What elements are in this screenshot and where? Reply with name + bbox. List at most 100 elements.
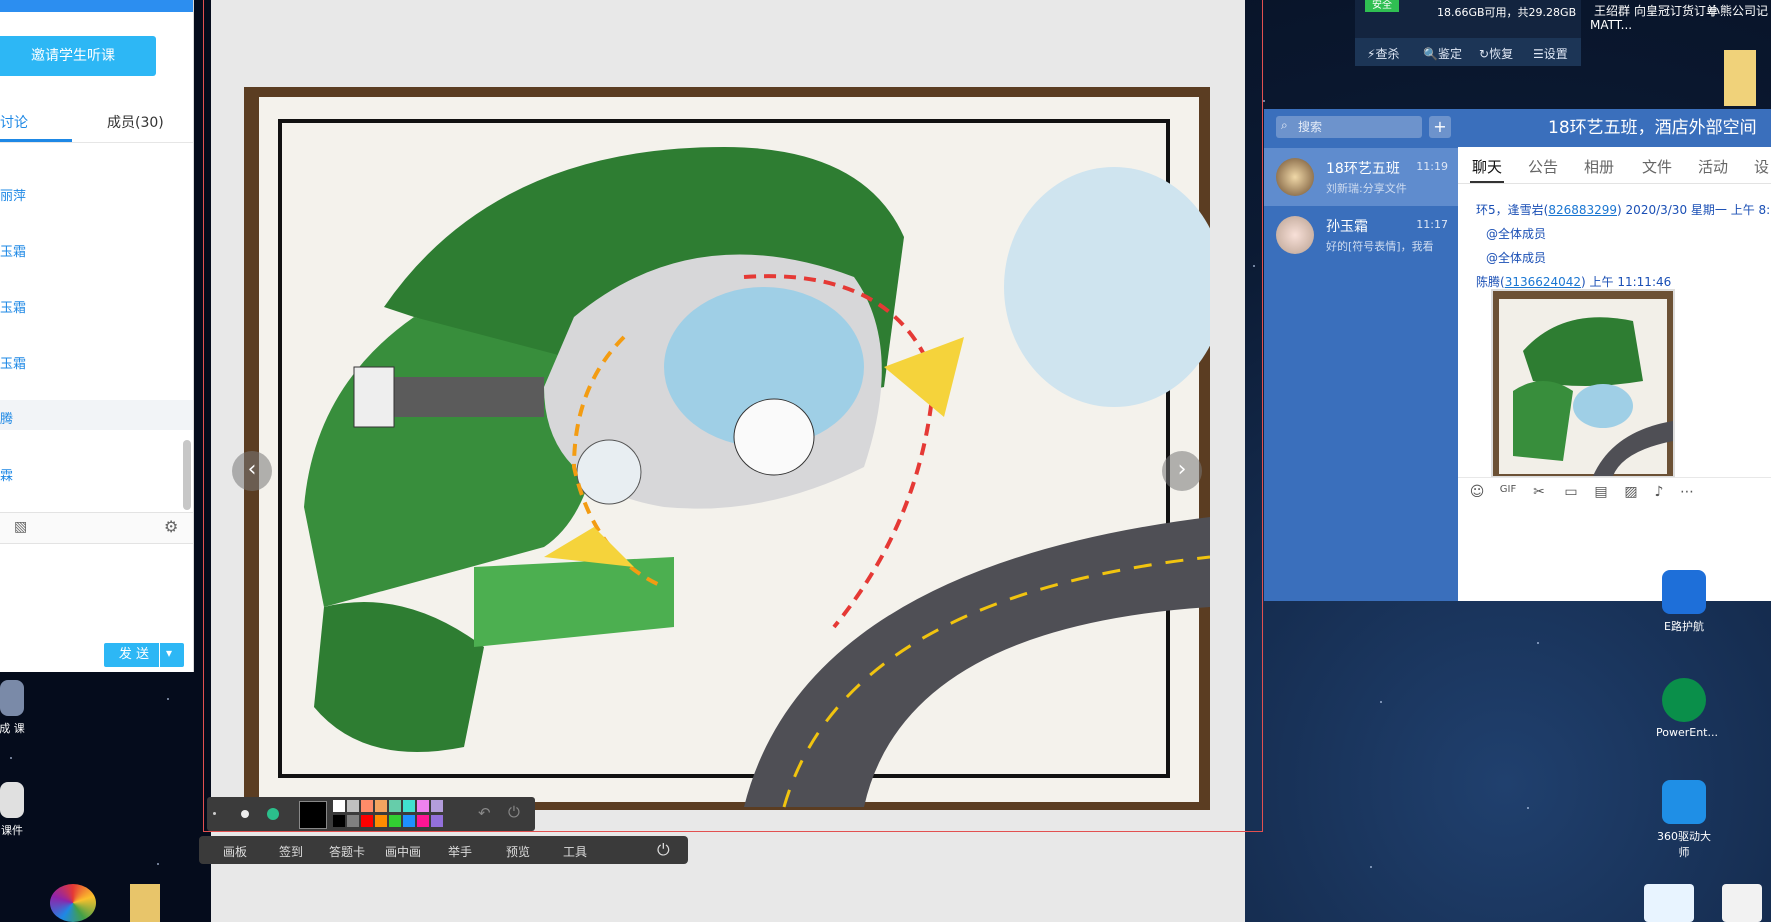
desktop-label[interactable]: 向皇冠订货订单 <box>1634 2 1718 19</box>
security-badge: 安全 <box>1365 0 1399 12</box>
emoji-icon[interactable]: ☺ <box>1468 484 1486 502</box>
pen-size-medium[interactable] <box>241 810 249 818</box>
color-swatch[interactable] <box>417 800 429 812</box>
message-time: ) 2020/3/30 星期一 上午 8:01 <box>1617 203 1771 217</box>
message-mention[interactable]: @全体成员 <box>1486 249 1546 266</box>
power-icon[interactable]: ⏻ <box>657 840 670 860</box>
star-decoration <box>157 863 159 865</box>
next-image-button[interactable]: › <box>1162 451 1202 491</box>
tab-settings[interactable]: 设 <box>1754 156 1769 177</box>
app-icon[interactable] <box>50 884 96 922</box>
restore-button[interactable]: ↻恢复 <box>1479 45 1513 62</box>
tab-album[interactable]: 相册 <box>1584 156 1614 177</box>
color-swatch[interactable] <box>333 800 345 812</box>
folder-icon[interactable]: ▭ <box>1562 484 1580 502</box>
star-decoration <box>1537 642 1539 644</box>
bell-icon[interactable]: ♪ <box>1650 484 1668 502</box>
gear-icon[interactable]: ⚙ <box>164 517 178 536</box>
tab-discussion[interactable]: 讨论 <box>0 112 28 132</box>
color-swatch[interactable] <box>403 815 415 827</box>
user-id-link[interactable]: 3136624042 <box>1505 275 1581 289</box>
desktop-label[interactable]: 王绍群 <box>1594 2 1630 19</box>
image-icon[interactable]: ▨ <box>1622 484 1640 502</box>
color-swatch[interactable] <box>403 800 415 812</box>
star-decoration <box>1370 866 1372 868</box>
desktop-icon-course[interactable]: 成 课 <box>0 680 32 736</box>
toolbar-tools[interactable]: 工具 <box>563 843 587 860</box>
toolbar-picture-in-picture[interactable]: 画中画 <box>385 843 421 860</box>
color-swatch[interactable] <box>347 815 359 827</box>
tab-members[interactable]: 成员(30) <box>107 112 164 132</box>
color-swatch[interactable] <box>389 815 401 827</box>
list-item[interactable]: 腾 <box>0 408 13 427</box>
pen-size-small[interactable] <box>213 812 216 815</box>
color-swatch[interactable] <box>347 800 359 812</box>
toolbar-whiteboard[interactable]: 画板 <box>223 843 247 860</box>
tab-announcements[interactable]: 公告 <box>1528 156 1558 177</box>
power-icon[interactable]: ⏻ <box>508 803 520 821</box>
chevron-down-icon[interactable]: ▾ <box>166 646 172 660</box>
color-swatch[interactable] <box>431 815 443 827</box>
recycle-icon[interactable] <box>1722 884 1762 922</box>
settings-button[interactable]: ☰设置 <box>1533 45 1568 62</box>
input-toolbar: ▧ ⚙ <box>0 512 193 544</box>
pen-size-large[interactable] <box>267 808 279 820</box>
toolbar-sign-in[interactable]: 签到 <box>279 843 303 860</box>
more-icon[interactable]: ⋯ <box>1678 484 1696 502</box>
current-color[interactable] <box>299 801 327 829</box>
desktop-icon-360-driver[interactable]: 360驱动大师 <box>1656 780 1712 860</box>
message-mention[interactable]: @全体成员 <box>1486 225 1546 242</box>
add-button[interactable]: + <box>1429 116 1451 138</box>
scan-button[interactable]: ⚡查杀 <box>1367 45 1399 62</box>
list-item[interactable]: 霖 <box>0 465 13 484</box>
conversation-item[interactable]: 18环艺五班 11:19 刘新瑞:分享文件 <box>1264 148 1458 206</box>
toolbar-preview[interactable]: 预览 <box>506 843 530 860</box>
plan-drawing <box>259 97 1210 808</box>
user-id-link[interactable]: 826883299 <box>1548 203 1617 217</box>
landscape-plan-image <box>244 87 1210 810</box>
list-item[interactable]: 玉霜 <box>0 241 26 260</box>
toolbar-raise-hand[interactable]: 举手 <box>448 843 472 860</box>
color-swatch[interactable] <box>417 815 429 827</box>
undo-icon[interactable]: ↶ <box>478 804 491 822</box>
active-tab-indicator <box>1470 181 1504 183</box>
send-split-divider <box>159 643 160 667</box>
desktop-icon-e-road[interactable]: E路护航 <box>1656 570 1712 634</box>
scrollbar[interactable] <box>183 440 191 510</box>
color-swatch[interactable] <box>431 800 443 812</box>
tab-chat[interactable]: 聊天 <box>1472 156 1502 177</box>
list-item[interactable]: 丽萍 <box>0 185 26 204</box>
shared-image-thumbnail[interactable] <box>1491 289 1675 478</box>
desktop-label[interactable]: 小熊公司记 <box>1708 2 1768 19</box>
app-icon[interactable] <box>1644 884 1694 922</box>
avatar <box>1276 216 1314 254</box>
gif-icon[interactable]: GIF <box>1496 484 1520 502</box>
list-item[interactable]: 玉霜 <box>0 353 26 372</box>
conversation-time: 11:17 <box>1416 218 1448 231</box>
color-swatch[interactable] <box>361 800 373 812</box>
color-swatch[interactable] <box>333 815 345 827</box>
color-swatch[interactable] <box>389 800 401 812</box>
conversation-item[interactable]: 孙玉霜 11:17 好的[符号表情]，我看 <box>1264 206 1458 264</box>
tab-activities[interactable]: 活动 <box>1698 156 1728 177</box>
desktop-icon-courseware[interactable]: 课件 <box>0 782 32 838</box>
scissors-icon[interactable]: ✂ <box>1530 484 1548 502</box>
desktop-label[interactable]: MATT... <box>1590 18 1632 32</box>
folder-icon[interactable] <box>1724 50 1756 106</box>
tab-files[interactable]: 文件 <box>1642 156 1672 177</box>
search-input[interactable]: 搜索 <box>1276 116 1422 138</box>
list-item[interactable]: 玉霜 <box>0 297 26 316</box>
document-icon[interactable]: ▤ <box>1592 484 1610 502</box>
invite-students-button[interactable]: 邀请学生听课 <box>0 36 156 76</box>
color-swatch[interactable] <box>361 815 373 827</box>
previous-image-button[interactable]: ‹ <box>232 451 272 491</box>
color-swatch[interactable] <box>375 815 387 827</box>
identify-button[interactable]: 🔍鉴定 <box>1423 45 1462 62</box>
desktop-icon-label: PowerEnt... <box>1656 726 1718 739</box>
image-icon[interactable]: ▧ <box>14 519 27 535</box>
desktop-icon-powerent[interactable]: PowerEnt... <box>1656 678 1718 739</box>
drawing-toolbar: ↶ ⏻ <box>207 797 535 831</box>
color-swatch[interactable] <box>375 800 387 812</box>
toolbar-answer-card[interactable]: 答题卡 <box>329 843 365 860</box>
folder-icon[interactable] <box>130 884 160 922</box>
